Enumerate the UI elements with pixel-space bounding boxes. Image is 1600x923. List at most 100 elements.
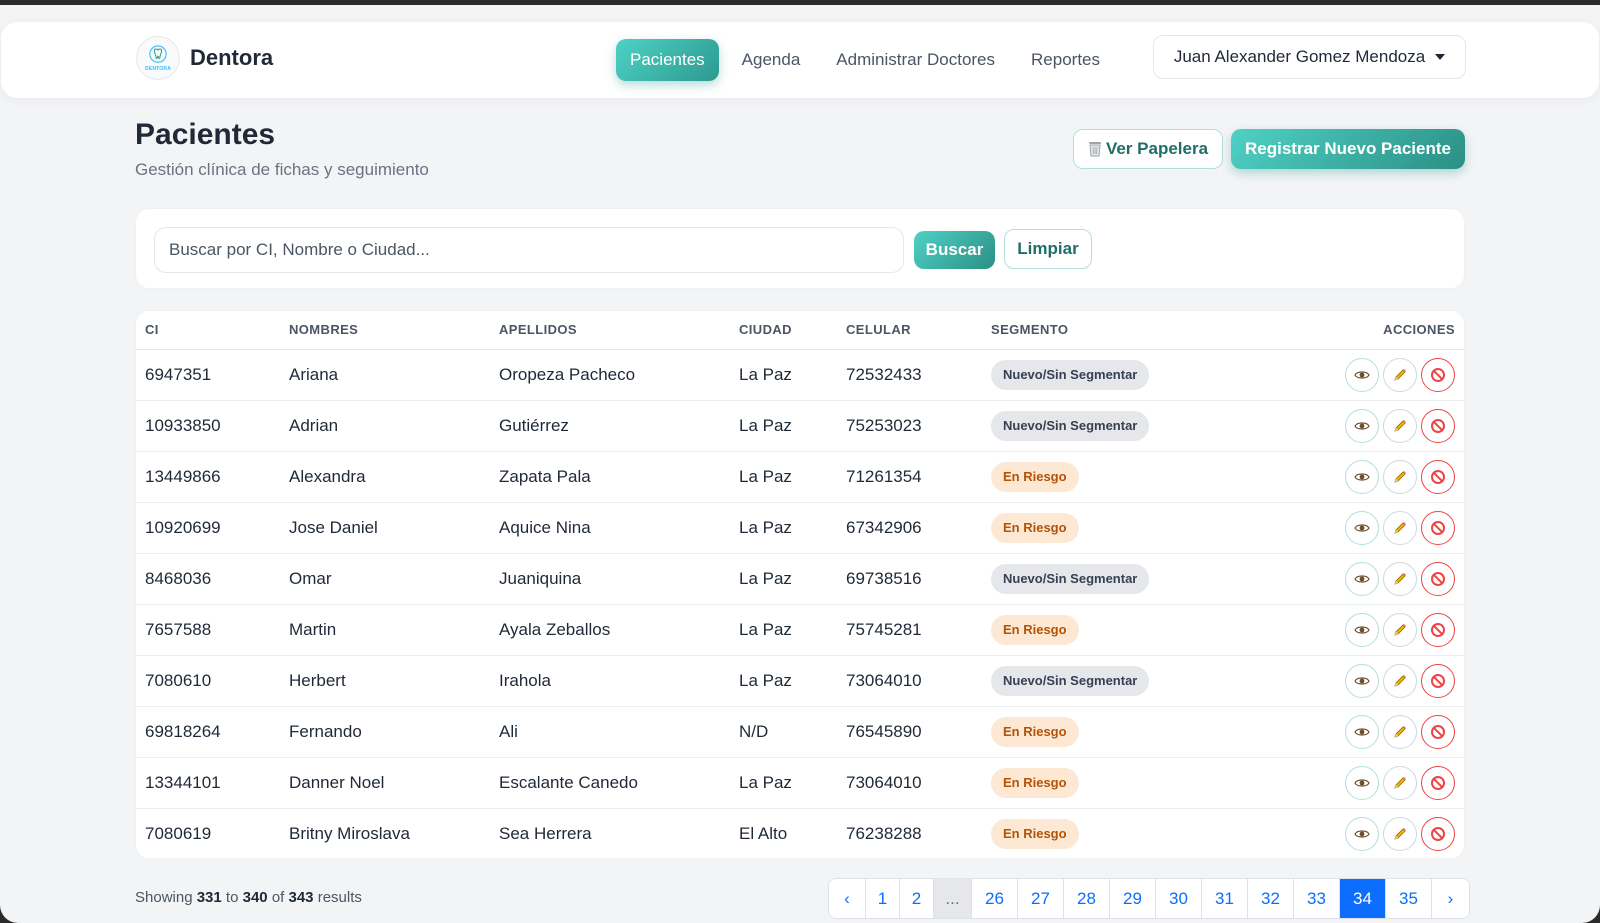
column-header-segmento[interactable]: SEGMENTO: [982, 311, 1202, 350]
main-nav: Pacientes Agenda Administrar Doctores Re…: [616, 39, 1118, 81]
results-to-word: to: [225, 889, 239, 906]
row-actions: [1211, 663, 1455, 698]
deactivate-button[interactable]: [1421, 408, 1455, 443]
nav-link-administrar-doctores[interactable]: Administrar Doctores: [818, 39, 1013, 81]
brand-name: Dentora: [190, 45, 274, 70]
column-header-acciones: ACCIONES: [1202, 311, 1464, 350]
cell-ci: 10920699: [136, 502, 280, 554]
pagination-page-35[interactable]: 35: [1386, 879, 1432, 918]
cell-ci: 13344101: [136, 757, 280, 809]
eye-icon: [1354, 573, 1370, 585]
segment-badge: En Riesgo: [991, 512, 1079, 543]
edit-button[interactable]: [1383, 816, 1417, 851]
view-button[interactable]: [1345, 816, 1379, 851]
deactivate-button[interactable]: [1421, 663, 1455, 698]
deactivate-button[interactable]: [1421, 459, 1455, 494]
cell-celular: 75253023: [837, 400, 982, 452]
cell-nombres: Omar: [280, 553, 490, 605]
caret-down-icon: [1435, 54, 1446, 60]
pagination-page-31[interactable]: 31: [1202, 879, 1248, 918]
cell-ciudad: La Paz: [730, 604, 837, 656]
deactivate-button[interactable]: [1421, 357, 1455, 392]
eye-icon: [1354, 777, 1370, 789]
pagination-page-30[interactable]: 30: [1156, 879, 1202, 918]
column-header-ciudad[interactable]: CIUDAD: [730, 311, 837, 350]
view-button[interactable]: [1345, 357, 1379, 392]
cell-nombres: Herbert: [280, 655, 490, 707]
deactivate-button[interactable]: [1421, 714, 1455, 749]
edit-button[interactable]: [1383, 714, 1417, 749]
pagination-page-29[interactable]: 29: [1110, 879, 1156, 918]
search-button[interactable]: Buscar: [914, 231, 995, 269]
cell-ci: 7080619: [145, 823, 212, 843]
pencil-icon: [1392, 673, 1408, 689]
segment-badge: En Riesgo: [991, 767, 1079, 798]
view-button[interactable]: [1345, 612, 1379, 647]
nav-link-agenda[interactable]: Agenda: [724, 39, 819, 81]
block-icon: [1430, 826, 1446, 842]
block-icon: [1430, 724, 1446, 740]
column-header-ci[interactable]: CI: [136, 311, 280, 350]
view-button[interactable]: [1345, 459, 1379, 494]
cell-acciones: [1202, 400, 1464, 452]
results-total: 343: [288, 889, 314, 906]
row-actions: [1211, 357, 1455, 392]
deactivate-button[interactable]: [1421, 561, 1455, 596]
edit-button[interactable]: [1383, 357, 1417, 392]
pagination-page-32[interactable]: 32: [1248, 879, 1294, 918]
view-button[interactable]: [1345, 663, 1379, 698]
brand[interactable]: DENTORA Dentora: [136, 36, 273, 80]
deactivate-button[interactable]: [1421, 612, 1455, 647]
column-header-nombres[interactable]: NOMBRES: [280, 311, 490, 350]
clear-button[interactable]: Limpiar: [1004, 229, 1092, 269]
cell-ci: 69818264: [136, 706, 280, 758]
pagination-page-26[interactable]: 26: [972, 879, 1018, 918]
nav-link-reportes[interactable]: Reportes: [1013, 39, 1118, 81]
pagination-page-1[interactable]: 1: [866, 879, 900, 918]
nav-link-pacientes[interactable]: Pacientes: [616, 39, 719, 81]
deactivate-button[interactable]: [1421, 510, 1455, 545]
user-menu-dropdown[interactable]: Juan Alexander Gomez Mendoza: [1153, 35, 1466, 79]
block-icon: [1430, 469, 1446, 485]
cell-acciones: [1202, 553, 1464, 605]
column-header-apellidos[interactable]: APELLIDOS: [490, 311, 730, 350]
edit-button[interactable]: [1383, 612, 1417, 647]
edit-button[interactable]: [1383, 561, 1417, 596]
pagination-next-button[interactable]: ›: [1432, 879, 1469, 918]
search-input[interactable]: [154, 227, 904, 273]
view-button[interactable]: [1345, 510, 1379, 545]
edit-button[interactable]: [1383, 765, 1417, 800]
edit-button[interactable]: [1383, 408, 1417, 443]
cell-nombres: Adrian: [280, 400, 490, 452]
cell-segmento: En Riesgo: [982, 502, 1202, 554]
pagination-page-33[interactable]: 33: [1294, 879, 1340, 918]
deactivate-button[interactable]: [1421, 816, 1455, 851]
edit-button[interactable]: [1383, 459, 1417, 494]
edit-button[interactable]: [1383, 510, 1417, 545]
column-header-celular[interactable]: CELULAR: [837, 311, 982, 350]
pagination-page-27[interactable]: 27: [1018, 879, 1064, 918]
trash-button[interactable]: Ver Papelera: [1073, 129, 1223, 169]
view-button[interactable]: [1345, 765, 1379, 800]
segment-badge: En Riesgo: [991, 716, 1079, 747]
cell-celular: 73064010: [837, 757, 982, 809]
cell-nombres: Britny Miroslava: [289, 823, 410, 843]
table-row: 10920699 Jose Daniel Aquice Nina La Paz 6734…: [136, 502, 1464, 554]
pagination-page-34[interactable]: 34: [1340, 879, 1386, 918]
search-card: Buscar Limpiar: [135, 208, 1465, 289]
pagination-page-28[interactable]: 28: [1064, 879, 1110, 918]
pagination-prev-button[interactable]: ‹: [829, 879, 866, 918]
pagination-page-2[interactable]: 2: [900, 879, 934, 918]
view-button[interactable]: [1345, 714, 1379, 749]
table-row: 13344101 Danner Noel Escalante Canedo La Pa…: [136, 757, 1464, 809]
cell-ciudad: La Paz: [730, 553, 837, 605]
cell-acciones: [1202, 349, 1464, 401]
deactivate-button[interactable]: [1421, 765, 1455, 800]
edit-button[interactable]: [1383, 663, 1417, 698]
block-icon: [1430, 367, 1446, 383]
view-button[interactable]: [1345, 408, 1379, 443]
view-button[interactable]: [1345, 561, 1379, 596]
results-prefix: Showing: [135, 889, 193, 906]
cell-apellidos: Sea Herrera: [499, 823, 592, 843]
register-patient-button[interactable]: Registrar Nuevo Paciente: [1231, 129, 1465, 169]
